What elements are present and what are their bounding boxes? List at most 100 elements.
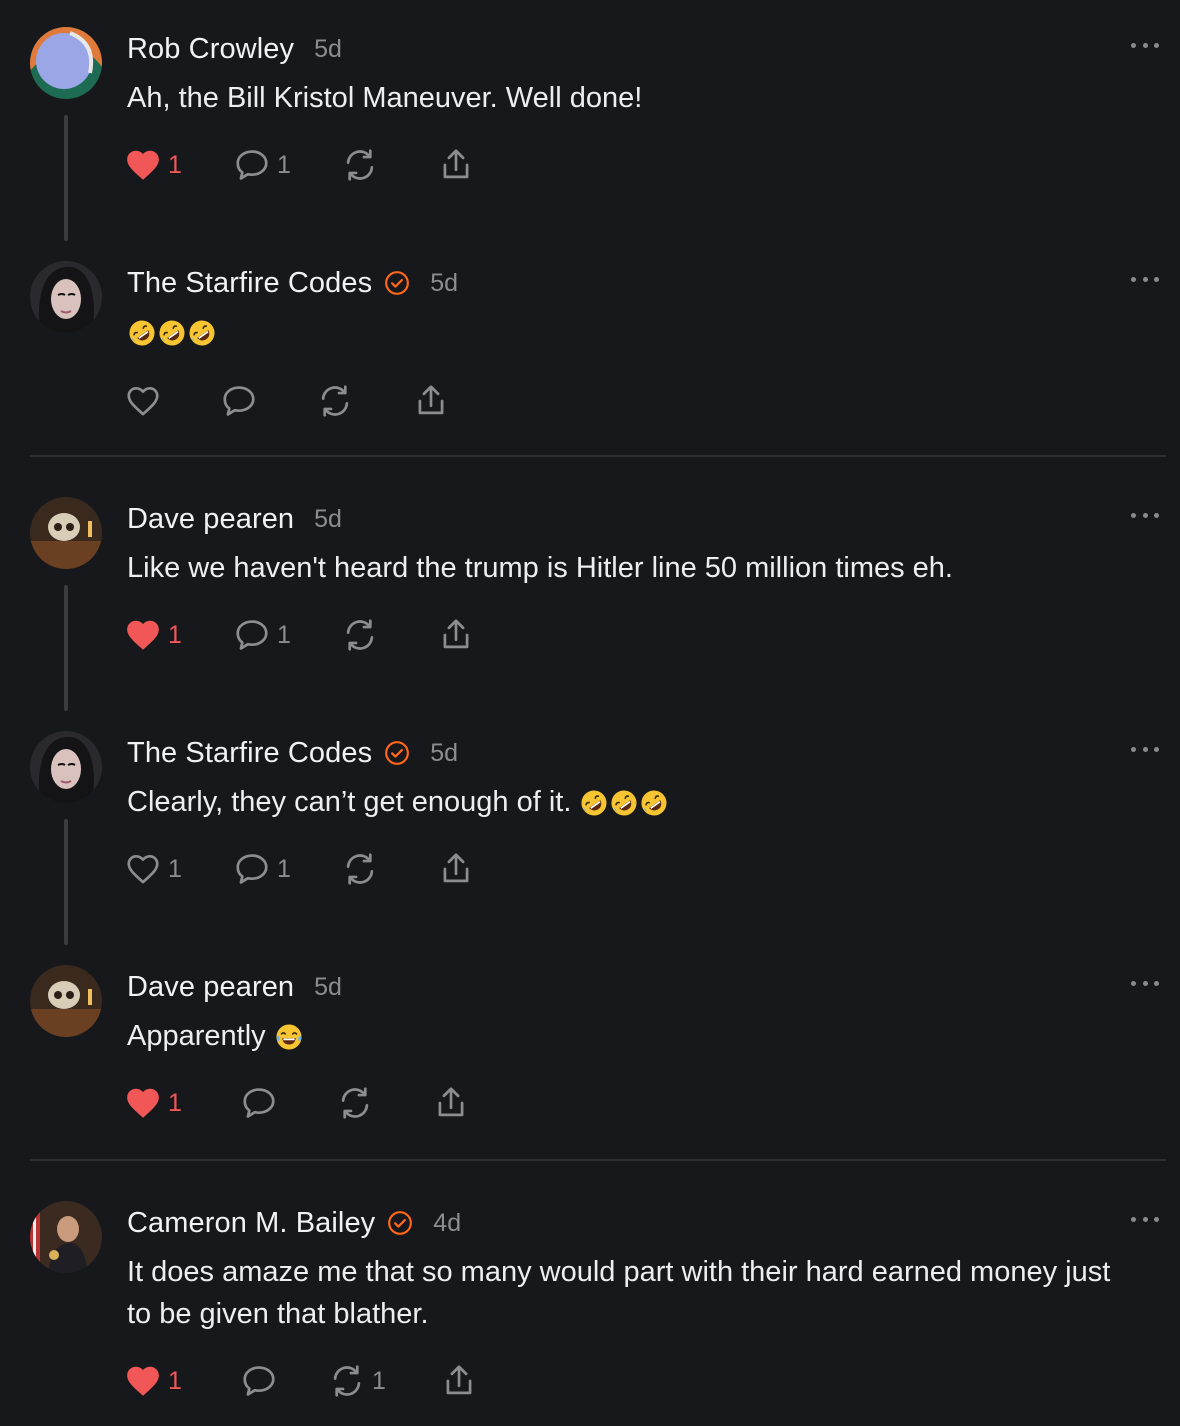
share-button[interactable] bbox=[412, 381, 450, 421]
heart-icon bbox=[124, 382, 162, 420]
avatar[interactable] bbox=[30, 965, 102, 1037]
action-bar: 1 1 bbox=[124, 849, 475, 889]
thread-divider bbox=[30, 455, 1166, 457]
more-options-icon[interactable] bbox=[1130, 1209, 1160, 1229]
action-bar: 1 bbox=[124, 1083, 470, 1123]
avatar[interactable] bbox=[30, 497, 102, 569]
comment-text: Apparently bbox=[127, 1015, 1137, 1057]
thread-line bbox=[64, 115, 68, 241]
restack-button[interactable]: 1 bbox=[328, 1361, 440, 1401]
restack-button[interactable] bbox=[336, 1083, 432, 1123]
like-button[interactable]: 1 bbox=[124, 615, 233, 655]
rolling-on-floor-laughing-emoji bbox=[639, 788, 669, 818]
share-button[interactable] bbox=[432, 1083, 470, 1123]
rolling-on-floor-laughing-emoji bbox=[579, 788, 609, 818]
comment-bubble-icon bbox=[233, 850, 271, 888]
reply-count: 1 bbox=[277, 620, 291, 649]
author-name[interactable]: Cameron M. Bailey bbox=[127, 1207, 375, 1240]
comment-text: Ah, the Bill Kristol Maneuver. Well done… bbox=[127, 82, 643, 114]
comment-feed: Rob Crowley 5d Ah, the Bill Kristol Mane… bbox=[0, 0, 1180, 1426]
share-icon bbox=[437, 616, 475, 654]
author-name[interactable]: Dave pearen bbox=[127, 503, 294, 536]
rolling-on-floor-laughing-emoji bbox=[609, 788, 639, 818]
share-button[interactable] bbox=[437, 145, 475, 185]
timestamp[interactable]: 5d bbox=[430, 739, 458, 768]
restack-button[interactable] bbox=[341, 615, 437, 655]
restack-icon bbox=[341, 616, 379, 654]
like-count: 1 bbox=[168, 150, 182, 179]
share-button[interactable] bbox=[437, 849, 475, 889]
reply-button[interactable] bbox=[220, 381, 316, 421]
reply-button[interactable] bbox=[240, 1361, 328, 1401]
avatar[interactable] bbox=[30, 1201, 102, 1273]
reply-button[interactable]: 1 bbox=[233, 849, 341, 889]
share-button[interactable] bbox=[440, 1361, 478, 1401]
rolling-on-floor-laughing-emoji bbox=[187, 318, 217, 348]
like-button[interactable] bbox=[124, 381, 220, 421]
action-bar: 1 1 bbox=[124, 1361, 478, 1401]
tears-of-joy-emoji bbox=[274, 1022, 304, 1052]
author-name[interactable]: Dave pearen bbox=[127, 971, 294, 1004]
timestamp[interactable]: 5d bbox=[314, 505, 342, 534]
share-icon bbox=[437, 850, 475, 888]
more-options-icon[interactable] bbox=[1130, 973, 1160, 993]
action-bar: 1 1 bbox=[124, 145, 475, 185]
timestamp[interactable]: 5d bbox=[314, 35, 342, 64]
more-options-icon[interactable] bbox=[1130, 35, 1160, 55]
comment-bubble-icon bbox=[233, 616, 271, 654]
rolling-on-floor-laughing-emoji bbox=[127, 318, 157, 348]
avatar[interactable] bbox=[30, 27, 102, 99]
verified-badge-icon bbox=[387, 1210, 413, 1236]
restack-button[interactable] bbox=[316, 381, 412, 421]
action-bar: 1 1 bbox=[124, 615, 475, 655]
like-button[interactable]: 1 bbox=[124, 145, 233, 185]
share-icon bbox=[440, 1362, 478, 1400]
heart-icon bbox=[124, 1362, 162, 1400]
rolling-on-floor-laughing-emoji bbox=[157, 318, 187, 348]
like-count: 1 bbox=[168, 854, 182, 883]
share-icon bbox=[412, 382, 450, 420]
thread-line bbox=[64, 819, 68, 945]
like-count: 1 bbox=[168, 1366, 182, 1395]
comment-text: Clearly, they can’t get enough of it. bbox=[127, 781, 1137, 823]
timestamp[interactable]: 5d bbox=[430, 269, 458, 298]
like-button[interactable]: 1 bbox=[124, 1361, 240, 1401]
restack-count: 1 bbox=[372, 1366, 386, 1395]
restack-icon bbox=[341, 146, 379, 184]
reply-button[interactable]: 1 bbox=[233, 145, 341, 185]
reply-button[interactable] bbox=[240, 1083, 336, 1123]
more-options-icon[interactable] bbox=[1130, 505, 1160, 525]
restack-button[interactable] bbox=[341, 145, 437, 185]
share-button[interactable] bbox=[437, 615, 475, 655]
author-name[interactable]: The Starfire Codes bbox=[127, 737, 372, 770]
more-options-icon[interactable] bbox=[1130, 739, 1160, 759]
avatar[interactable] bbox=[30, 731, 102, 803]
restack-button[interactable] bbox=[341, 849, 437, 889]
restack-icon bbox=[316, 382, 354, 420]
reply-button[interactable]: 1 bbox=[233, 615, 341, 655]
avatar[interactable] bbox=[30, 261, 102, 333]
restack-icon bbox=[341, 850, 379, 888]
share-icon bbox=[432, 1084, 470, 1122]
comment-text: Like we haven't heard the trump is Hitle… bbox=[127, 552, 953, 584]
verified-badge-icon bbox=[384, 270, 410, 296]
timestamp[interactable]: 4d bbox=[433, 1209, 461, 1238]
comment-bubble-icon bbox=[240, 1362, 278, 1400]
heart-icon bbox=[124, 1084, 162, 1122]
like-button[interactable]: 1 bbox=[124, 849, 233, 889]
restack-icon bbox=[328, 1362, 366, 1400]
heart-icon bbox=[124, 850, 162, 888]
timestamp[interactable]: 5d bbox=[314, 973, 342, 1002]
like-button[interactable]: 1 bbox=[124, 1083, 240, 1123]
comment-bubble-icon bbox=[240, 1084, 278, 1122]
like-count: 1 bbox=[168, 1088, 182, 1117]
comment-bubble-icon bbox=[220, 382, 258, 420]
action-bar bbox=[124, 381, 450, 421]
comment-bubble-icon bbox=[233, 146, 271, 184]
more-options-icon[interactable] bbox=[1130, 269, 1160, 289]
author-name[interactable]: Rob Crowley bbox=[127, 33, 294, 66]
comment-text-content: Apparently bbox=[127, 1020, 266, 1052]
comment-text-content: Clearly, they can’t get enough of it. bbox=[127, 786, 572, 818]
author-name[interactable]: The Starfire Codes bbox=[127, 267, 372, 300]
heart-icon bbox=[124, 146, 162, 184]
